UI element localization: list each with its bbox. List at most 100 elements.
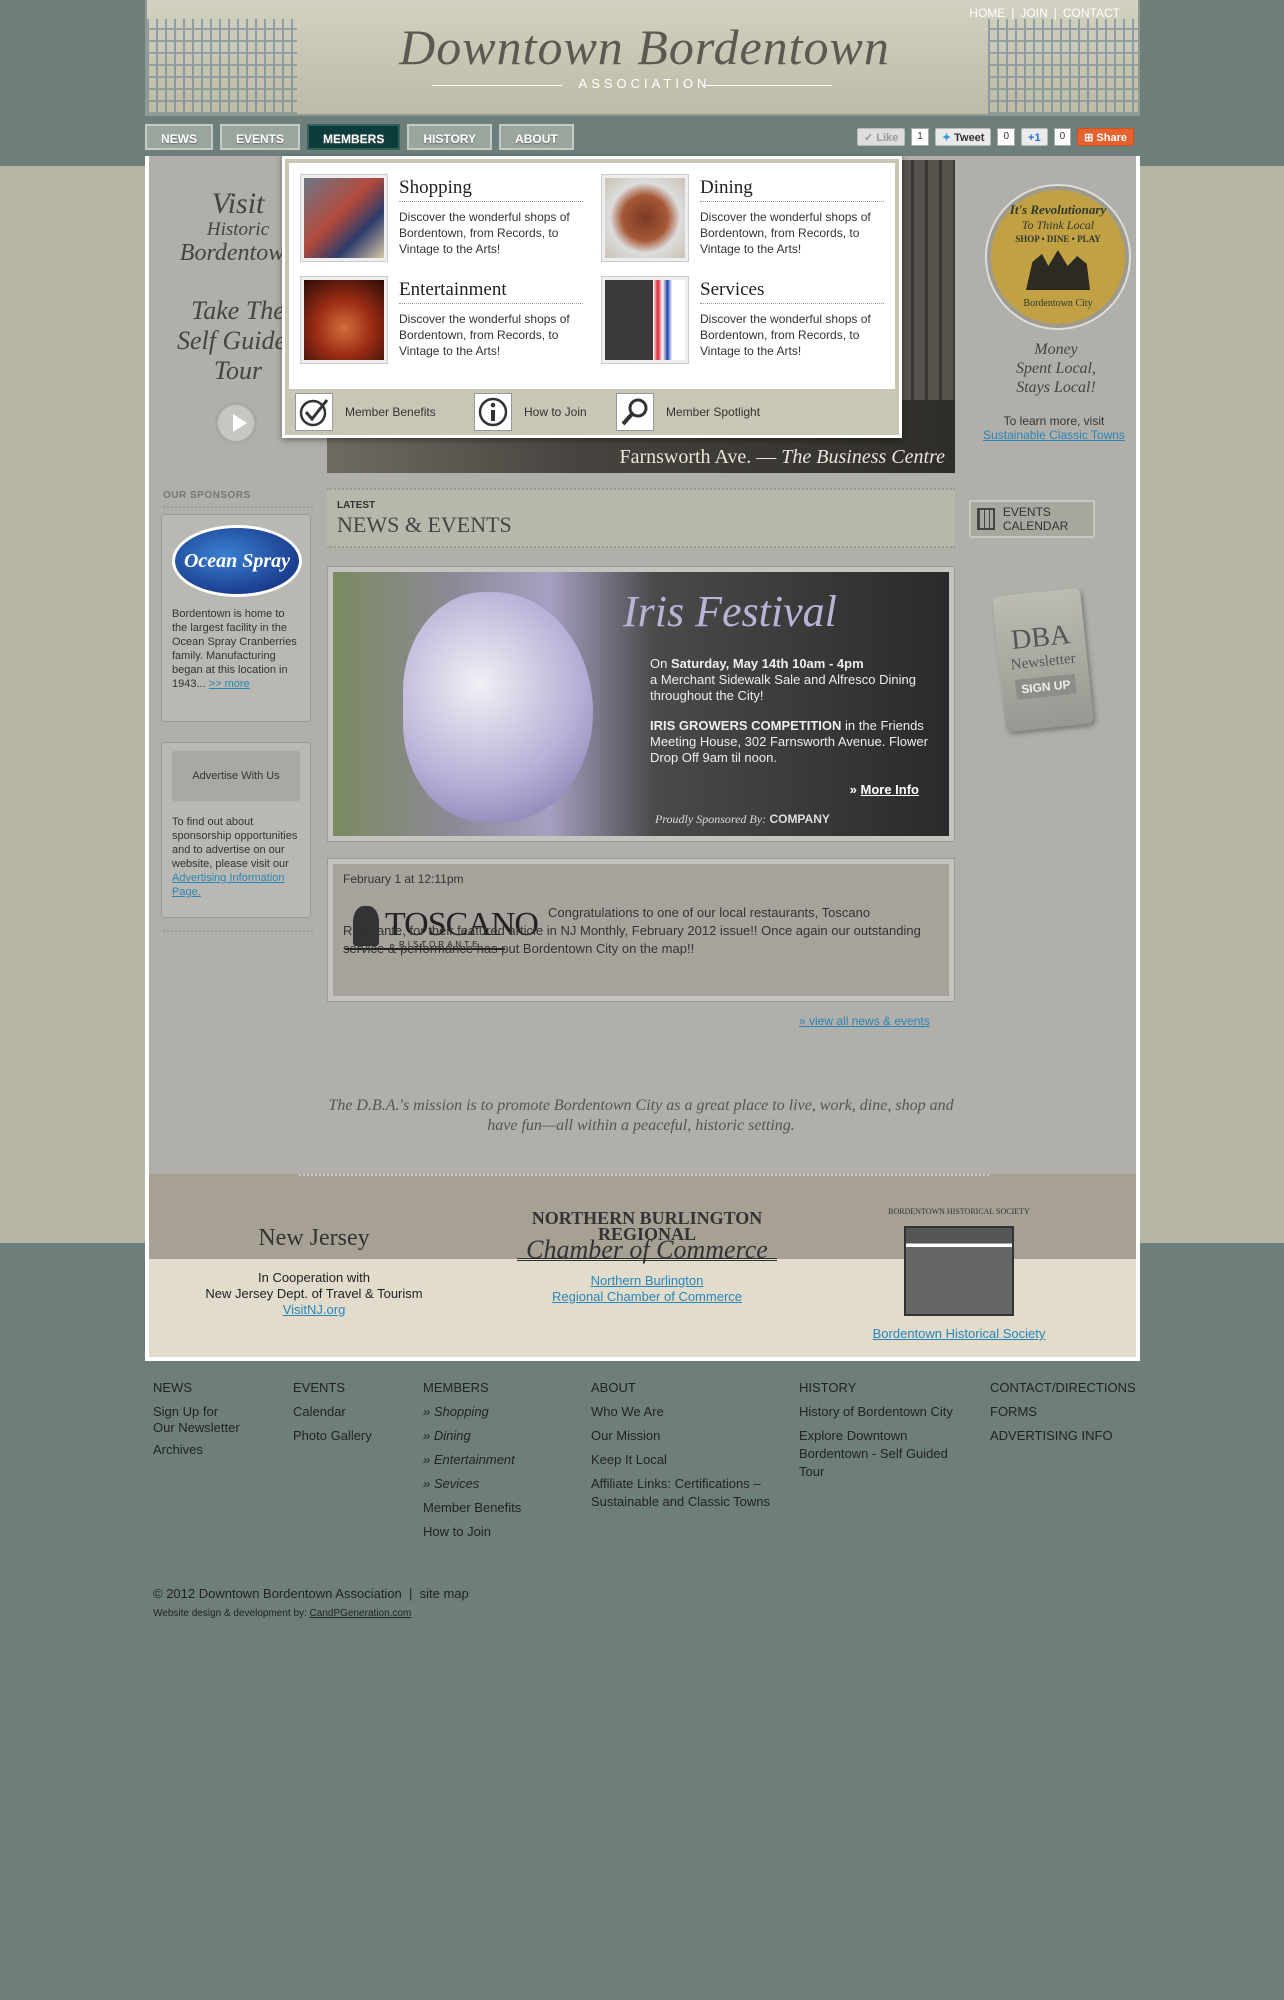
events-calendar-button[interactable]: EVENTS CALENDAR (969, 500, 1095, 538)
iris-date: Saturday, May 14th 10am - 4pm (670, 656, 864, 671)
site-logo-title[interactable]: Downtown Bordentown (147, 18, 1138, 76)
chamber-link-1[interactable]: Northern Burlington (591, 1273, 704, 1288)
advertising-info-link[interactable]: Advertising Information Page. (172, 872, 285, 898)
newsletter-signup[interactable]: DBA Newsletter SIGN UP (992, 587, 1094, 733)
nav-events[interactable]: EVENTS (220, 124, 301, 150)
footer-advertising-link[interactable]: ADVERTISING INFO (990, 1424, 1136, 1448)
sitemap-link[interactable]: site map (420, 1586, 469, 1601)
credit-link[interactable]: CandPGeneration.com (310, 1608, 412, 1619)
new-jersey-logo[interactable]: New Jersey (189, 1204, 439, 1264)
footer-archives-link[interactable]: Archives (153, 1438, 240, 1462)
footer-keep-local-link[interactable]: Keep It Local (591, 1448, 770, 1472)
footer-col-news: NEWS Sign Up for Our Newsletter Archives (153, 1376, 240, 1462)
badge-line2: To Think Local (1021, 218, 1095, 232)
footer-entertainment-link[interactable]: » Entertainment (423, 1448, 521, 1472)
footer-heading-contact[interactable]: CONTACT/DIRECTIONS (990, 1376, 1136, 1400)
category-services[interactable]: Services Discover the wonderful shops of… (596, 271, 886, 367)
footer-shopping-link[interactable]: » Shopping (423, 1400, 521, 1424)
advertise-with-us-button[interactable]: Advertise With Us (172, 751, 300, 801)
post-text: Congratulations to one of our local rest… (343, 905, 921, 956)
category-title: Services (700, 279, 884, 304)
footer-col-about: ABOUT Who We Are Our Mission Keep It Loc… (591, 1376, 770, 1511)
footer-heading-events[interactable]: EVENTS (293, 1376, 372, 1400)
tweet-button[interactable]: ✦ Tweet (934, 128, 992, 146)
shopping-thumbnail (301, 175, 387, 261)
separator: | (1053, 6, 1057, 20)
facebook-like-button[interactable]: ✓ Like (856, 128, 906, 146)
money-line3: Stays Local! (1016, 379, 1096, 396)
footer-heading-members[interactable]: MEMBERS (423, 1376, 521, 1400)
footer-benefits-link[interactable]: Member Benefits (423, 1496, 521, 1520)
nj-line1: In Cooperation with (257, 1270, 370, 1285)
revolutionary-badge[interactable]: It's Revolutionary To Think Local SHOP •… (987, 186, 1129, 328)
latest-label: LATEST (337, 500, 376, 511)
like-count: 1 (911, 128, 929, 146)
chamber-link-2[interactable]: Regional Chamber of Commerce (552, 1289, 742, 1304)
footer-gallery-link[interactable]: Photo Gallery (293, 1424, 372, 1448)
footer-join-link[interactable]: How to Join (423, 1520, 521, 1544)
footer-explore-link[interactable]: Explore Downtown Bordentown - Self Guided… (799, 1427, 953, 1481)
footer-heading-about[interactable]: ABOUT (591, 1376, 770, 1400)
main-content-frame: Visit Historic Bordentown Take The Self … (145, 156, 1140, 1361)
share-button[interactable]: ⊞ Share (1077, 128, 1134, 146)
hero-caption-street: Farnsworth Ave. — (619, 446, 777, 468)
member-spotlight-link[interactable]: Member Spotlight (616, 393, 760, 431)
category-shopping[interactable]: Shopping Discover the wonderful shops of… (295, 169, 585, 265)
historical-society-link[interactable]: Bordentown Historical Society (873, 1326, 1046, 1341)
member-benefits-link[interactable]: Member Benefits (295, 393, 436, 431)
events-calendar-label: EVENTS CALENDAR (1002, 505, 1069, 533)
historical-house-icon[interactable] (904, 1226, 1014, 1316)
plusone-button[interactable]: +1 (1021, 128, 1048, 146)
historical-society-logo-text: BORDENTOWN HISTORICAL SOCIETY (888, 1207, 1030, 1216)
nav-news[interactable]: NEWS (145, 124, 213, 150)
top-link-join[interactable]: JOIN (1020, 6, 1047, 20)
visitnj-link[interactable]: VisitNJ.org (283, 1302, 346, 1317)
footer-services-link[interactable]: » Sevices (423, 1472, 521, 1496)
post-date: February 1 at 12:11pm (343, 872, 464, 886)
footer-heading-history[interactable]: HISTORY (799, 1376, 953, 1400)
partner-nj: New Jersey In Cooperation with New Jerse… (189, 1204, 439, 1318)
category-title: Shopping (399, 177, 583, 202)
iris-date-line: On Saturday, May 14th 10am - 4pm (650, 656, 940, 672)
footer-link-text: Sign Up for (153, 1404, 219, 1419)
sponsor-more-link[interactable]: >> more (209, 678, 250, 690)
plusone-count: 0 (1053, 128, 1072, 146)
footer-affiliate-link[interactable]: Affiliate Links: Certifications – Sustain… (591, 1475, 770, 1511)
footer-col-events: EVENTS Calendar Photo Gallery (293, 1376, 372, 1448)
footer-history-link[interactable]: History of Bordentown City (799, 1400, 953, 1424)
footer-newsletter-link[interactable]: Sign Up for Our Newsletter (153, 1404, 240, 1436)
category-dining[interactable]: Dining Discover the wonderful shops of B… (596, 169, 886, 265)
footer-mission-link[interactable]: Our Mission (591, 1424, 770, 1448)
footer-heading-news[interactable]: NEWS (153, 1376, 240, 1400)
top-link-contact[interactable]: CONTACT (1063, 6, 1120, 20)
nav-members[interactable]: MEMBERS (307, 124, 401, 150)
nav-about[interactable]: ABOUT (499, 124, 574, 150)
iris-festival-banner[interactable]: Iris Festival On Saturday, May 14th 10am… (327, 566, 955, 842)
footer-link-text: Affiliate Links: Certifications – (591, 1476, 761, 1491)
footer-who-link[interactable]: Who We Are (591, 1400, 770, 1424)
news-events-heading: NEWS & EVENTS (337, 512, 512, 537)
newsletter-signup-button[interactable]: SIGN UP (1014, 673, 1077, 700)
chamber-logo-bottom[interactable]: Chamber of Commerce (517, 1237, 777, 1263)
top-link-home[interactable]: HOME (969, 6, 1005, 20)
play-icon[interactable] (215, 402, 257, 444)
nav-history[interactable]: HISTORY (407, 124, 493, 150)
how-to-join-link[interactable]: How to Join (474, 393, 587, 431)
footer-dining-link[interactable]: » Dining (423, 1424, 521, 1448)
sponsor-text: Bordentown is home to the largest facili… (172, 607, 300, 691)
view-all-news-link[interactable]: » view all news & events (799, 1014, 930, 1028)
footer-calendar-link[interactable]: Calendar (293, 1400, 372, 1424)
footer-link-text: Tour (799, 1464, 825, 1479)
divider (299, 1174, 989, 1176)
sustainable-towns-link[interactable]: Sustainable Classic Towns (983, 428, 1125, 442)
more-info-link[interactable]: » More Info (850, 782, 919, 797)
learn-more-text: To learn more, visit (1003, 414, 1105, 428)
divider (163, 930, 313, 932)
learn-more: To learn more, visit Sustainable Classic… (959, 414, 1149, 442)
latest-news-header: LATEST NEWS & EVENTS (327, 488, 955, 548)
footer-forms-link[interactable]: FORMS (990, 1400, 1136, 1424)
ocean-spray-logo[interactable]: Ocean Spray (172, 525, 302, 597)
footer-link-text: Sustainable and Classic Towns (591, 1494, 770, 1509)
category-entertainment[interactable]: Entertainment Discover the wonderful sho… (295, 271, 585, 367)
advertise-text: To find out about sponsorship opportunit… (172, 815, 300, 899)
